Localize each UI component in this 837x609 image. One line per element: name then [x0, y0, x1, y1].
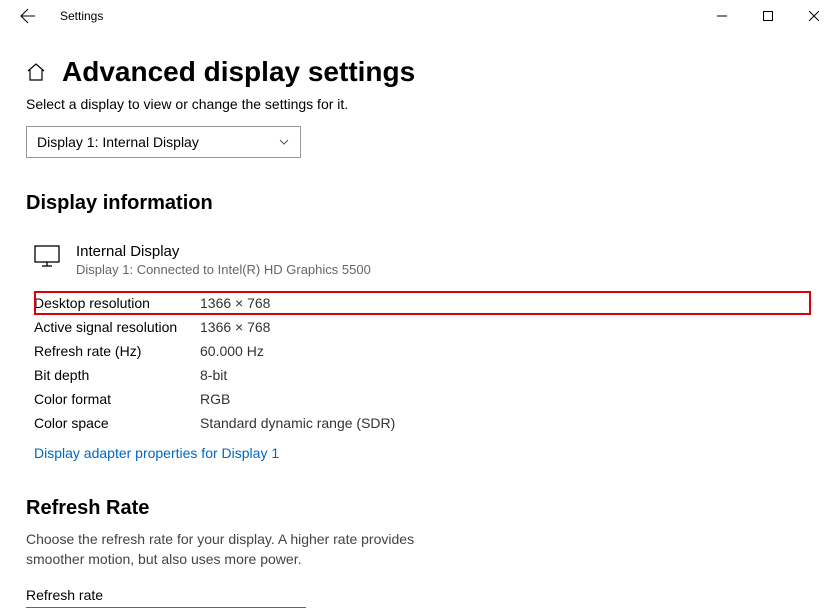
- info-label: Desktop resolution: [34, 295, 200, 311]
- info-label: Color format: [34, 391, 200, 407]
- info-row-refresh-rate: Refresh rate (Hz) 60.000 Hz: [34, 339, 811, 363]
- info-value: RGB: [200, 391, 230, 407]
- section-heading-refresh-rate: Refresh Rate: [26, 497, 811, 520]
- info-value: 1366 × 768: [200, 295, 270, 311]
- minimize-button[interactable]: [699, 0, 745, 32]
- dropdown-selected: Display 1: Internal Display: [37, 134, 199, 150]
- info-row-color-format: Color format RGB: [34, 387, 811, 411]
- maximize-button[interactable]: [745, 0, 791, 32]
- close-icon: [809, 11, 819, 21]
- close-button[interactable]: [791, 0, 837, 32]
- section-heading-display-info: Display information: [26, 192, 811, 215]
- titlebar: Settings: [0, 0, 837, 32]
- page-title: Advanced display settings: [62, 56, 415, 88]
- display-connection: Display 1: Connected to Intel(R) HD Grap…: [76, 262, 371, 277]
- refresh-rate-description: Choose the refresh rate for your display…: [26, 530, 456, 569]
- back-button[interactable]: [8, 0, 48, 32]
- info-label: Color space: [34, 415, 200, 431]
- display-select-dropdown[interactable]: Display 1: Internal Display: [26, 126, 301, 158]
- content-area: Advanced display settings Select a displ…: [0, 32, 837, 609]
- info-row-active-signal: Active signal resolution 1366 × 768: [34, 315, 811, 339]
- info-value: 8-bit: [200, 367, 227, 383]
- adapter-properties-link[interactable]: Display adapter properties for Display 1: [26, 445, 279, 461]
- display-name: Internal Display: [76, 243, 371, 260]
- home-icon[interactable]: [26, 62, 46, 82]
- maximize-icon: [763, 11, 773, 21]
- info-label: Active signal resolution: [34, 319, 200, 335]
- info-value: 1366 × 768: [200, 319, 270, 335]
- minimize-icon: [717, 11, 727, 21]
- info-label: Refresh rate (Hz): [34, 343, 200, 359]
- info-value: 60.000 Hz: [200, 343, 264, 359]
- refresh-rate-label: Refresh rate: [26, 587, 811, 603]
- window-title: Settings: [60, 9, 103, 23]
- monitor-icon: [34, 245, 60, 267]
- display-summary: Internal Display Display 1: Connected to…: [26, 243, 811, 277]
- display-info-table: Desktop resolution 1366 × 768 Active sig…: [26, 291, 811, 435]
- arrow-left-icon: [20, 8, 36, 24]
- window-controls: [699, 0, 837, 32]
- info-value: Standard dynamic range (SDR): [200, 415, 395, 431]
- page-subtext: Select a display to view or change the s…: [26, 96, 811, 112]
- info-row-color-space: Color space Standard dynamic range (SDR): [34, 411, 811, 435]
- info-row-desktop-resolution: Desktop resolution 1366 × 768: [34, 291, 811, 315]
- chevron-down-icon: [278, 136, 290, 148]
- info-row-bit-depth: Bit depth 8-bit: [34, 363, 811, 387]
- info-label: Bit depth: [34, 367, 200, 383]
- page-header: Advanced display settings: [26, 56, 811, 88]
